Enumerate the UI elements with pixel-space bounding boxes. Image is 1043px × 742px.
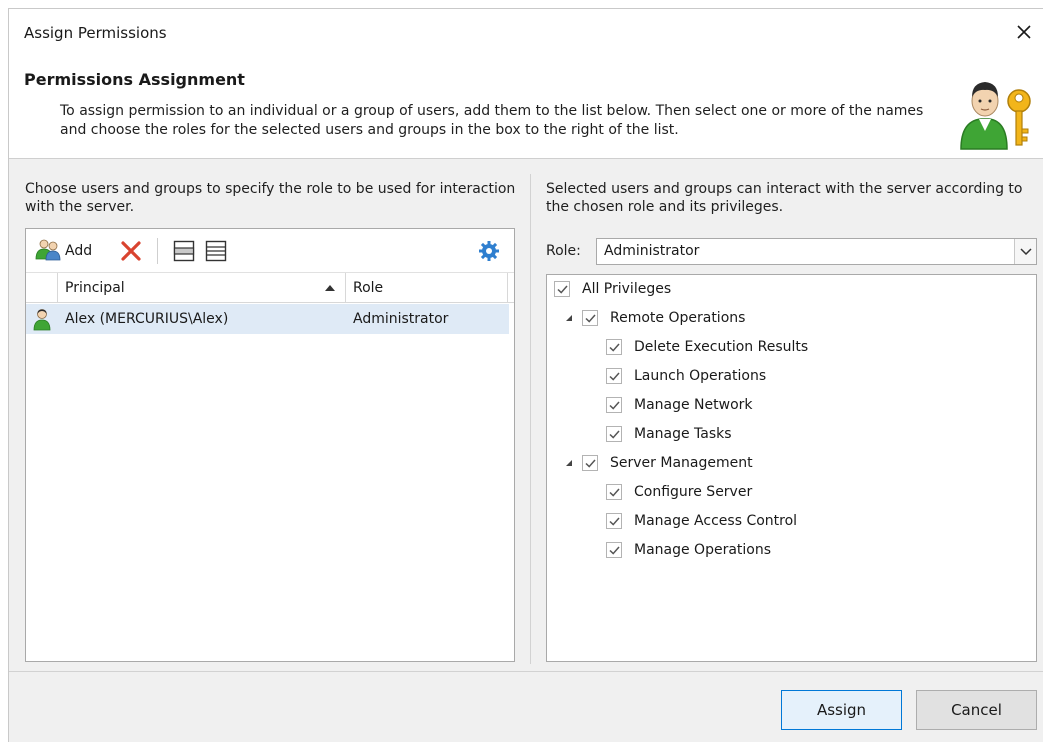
toolbar-separator <box>157 238 158 264</box>
tree-item[interactable]: Remote Operations <box>562 305 745 331</box>
checkbox[interactable] <box>582 310 598 326</box>
tree-item[interactable]: Manage Access Control <box>606 508 797 534</box>
role-label: Role: <box>546 243 581 259</box>
row-indicator-header <box>26 273 58 303</box>
assign-permissions-dialog: Assign Permissions Permissions Assignmen… <box>8 8 1043 742</box>
checkbox[interactable] <box>554 281 570 297</box>
tree-item-label: Server Management <box>610 455 753 471</box>
user-icon <box>31 307 53 331</box>
page-title: Permissions Assignment <box>24 70 245 89</box>
layout-icon[interactable] <box>172 239 196 263</box>
dialog-body: Choose users and groups to specify the r… <box>9 160 1043 671</box>
tree-item-label: Remote Operations <box>610 310 746 326</box>
tree-item-label: Manage Network <box>634 397 753 413</box>
expand-triangle-icon[interactable] <box>562 311 576 325</box>
tree-item[interactable]: Server Management <box>562 450 753 476</box>
chevron-down-icon[interactable] <box>1014 239 1036 264</box>
tree-item-label: All Privileges <box>582 281 672 297</box>
tree-item[interactable]: Configure Server <box>606 479 752 505</box>
footer-separator <box>9 671 1043 672</box>
gear-icon[interactable] <box>477 239 501 263</box>
expand-triangle-icon[interactable] <box>562 456 576 470</box>
sort-ascending-icon <box>325 285 335 291</box>
tree-item[interactable]: Launch Operations <box>606 363 766 389</box>
role-header-label: Role <box>353 280 384 296</box>
header-description: To assign permission to an individual or… <box>60 103 924 138</box>
row-principal: Alex (MERCURIUS\Alex) <box>65 311 229 327</box>
tree-item[interactable]: Manage Tasks <box>606 421 732 447</box>
pane-divider <box>530 174 531 664</box>
tree-item[interactable]: Delete Execution Results <box>606 334 808 360</box>
principals-toolbar: Add <box>26 229 514 273</box>
role-select-value: Administrator <box>604 243 700 259</box>
checkbox[interactable] <box>606 339 622 355</box>
column-header-role[interactable]: Role <box>346 273 508 303</box>
add-users-icon <box>35 237 61 265</box>
assign-button[interactable]: Assign <box>781 690 902 730</box>
tree-item-label: Manage Operations <box>634 542 772 558</box>
checkbox[interactable] <box>582 455 598 471</box>
tree-item-label: Manage Access Control <box>634 513 798 529</box>
privileges-tree: All Privileges Remote Operations Delete Ex… <box>546 274 1037 662</box>
tree-item[interactable]: Manage Operations <box>606 537 771 563</box>
checkbox[interactable] <box>606 426 622 442</box>
right-pane-description: Selected users and groups can interact w… <box>546 181 1023 215</box>
checkbox[interactable] <box>606 542 622 558</box>
left-pane-description: Choose users and groups to specify the r… <box>25 181 516 215</box>
tree-item-label: Delete Execution Results <box>634 339 809 355</box>
tree-item-label: Launch Operations <box>634 368 767 384</box>
add-button-label: Add <box>65 243 93 259</box>
tree-item[interactable]: Manage Network <box>606 392 753 418</box>
checkbox[interactable] <box>606 397 622 413</box>
tree-item-label: Configure Server <box>634 484 753 500</box>
user-key-icon <box>957 71 1033 151</box>
checkbox[interactable] <box>606 484 622 500</box>
principal-header-label: Principal <box>65 280 125 296</box>
role-select[interactable]: Administrator <box>596 238 1037 265</box>
principals-panel: Add Principal Role Alex (MERCURIUS\Alex)… <box>25 228 515 662</box>
cancel-button[interactable]: Cancel <box>916 690 1037 730</box>
row-role: Administrator <box>353 311 449 327</box>
header-panel: Permissions Assignment To assign permiss… <box>9 57 1043 159</box>
table-row[interactable]: Alex (MERCURIUS\Alex) Administrator <box>26 304 509 334</box>
grid-header: Principal Role <box>26 273 514 303</box>
list-view-icon[interactable] <box>204 239 228 263</box>
window-title: Assign Permissions <box>24 24 167 42</box>
tree-item-label: Manage Tasks <box>634 426 732 442</box>
add-button[interactable]: Add <box>35 238 92 264</box>
checkbox[interactable] <box>606 513 622 529</box>
title-bar: Assign Permissions <box>9 9 1043 57</box>
tree-item[interactable]: All Privileges <box>554 276 671 302</box>
close-icon[interactable] <box>1011 19 1037 45</box>
remove-icon[interactable] <box>119 239 143 263</box>
checkbox[interactable] <box>606 368 622 384</box>
column-header-principal[interactable]: Principal <box>58 273 346 303</box>
